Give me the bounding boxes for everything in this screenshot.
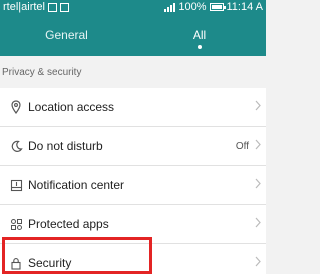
list-item-label: Do not disturb <box>28 139 103 153</box>
active-tab-indicator <box>197 45 202 49</box>
list-item-label: Location access <box>28 100 115 114</box>
list-item-label: Protected apps <box>28 217 109 231</box>
chevron-right-icon <box>255 176 261 194</box>
chevron-right-icon <box>255 215 261 233</box>
battery-percent: 100% <box>178 1 207 13</box>
chevron-right-icon <box>255 137 261 155</box>
tab-general-label: General <box>45 28 88 42</box>
image-notification-icon <box>47 2 57 12</box>
status-bar: rtel|airtel 100% 11:14 A <box>0 0 266 14</box>
tab-bar: General All <box>0 14 266 56</box>
chevron-right-icon <box>255 254 261 272</box>
clock: 11:14 A <box>226 1 264 13</box>
signal-icon <box>164 2 176 12</box>
list-item-protected-apps[interactable]: Protected apps <box>0 205 266 244</box>
list-item-label: Security <box>28 256 72 270</box>
lock-icon <box>0 257 28 270</box>
list-item-notification-center[interactable]: Notification center <box>0 166 266 205</box>
apps-grid-icon <box>0 218 28 231</box>
settings-list: Location access Do not disturb Off Notif… <box>0 88 266 274</box>
do-not-disturb-value: Off <box>235 140 249 152</box>
list-item-do-not-disturb[interactable]: Do not disturb Off <box>0 127 266 166</box>
notification-icon <box>0 179 28 192</box>
carrier-label: rtel|airtel <box>3 1 45 13</box>
tab-all-label: All <box>192 28 207 42</box>
list-item-security[interactable]: Security <box>0 244 266 274</box>
section-header: Privacy & security <box>0 56 266 88</box>
list-item-label: Notification center <box>28 178 125 192</box>
moon-icon <box>0 140 28 153</box>
location-pin-icon <box>0 100 28 114</box>
tab-all[interactable]: All <box>133 14 266 56</box>
sim-notification-icon <box>59 2 69 12</box>
chevron-right-icon <box>255 98 261 116</box>
list-item-location-access[interactable]: Location access <box>0 88 266 127</box>
battery-icon <box>209 3 226 11</box>
tab-general[interactable]: General <box>0 14 133 56</box>
